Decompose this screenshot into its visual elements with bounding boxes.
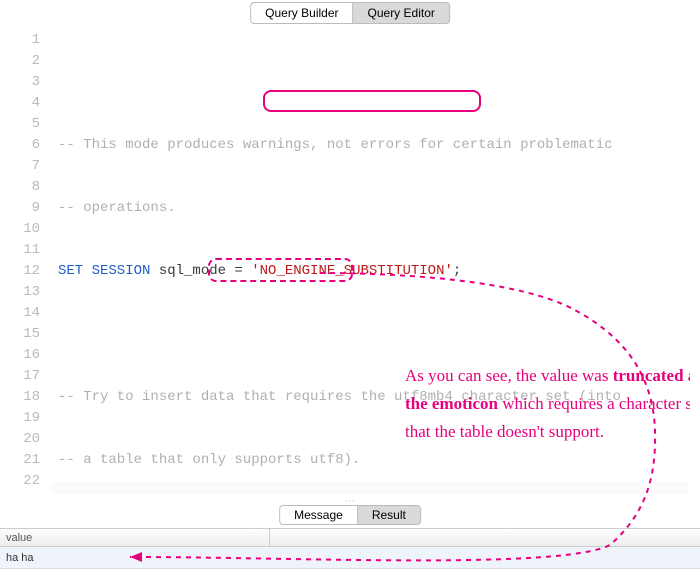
line-number: 15: [10, 324, 40, 345]
top-tab-bar: Query Builder Query Editor: [250, 2, 450, 24]
line-number: 9: [10, 198, 40, 219]
line-number: 14: [10, 303, 40, 324]
tab-query-builder[interactable]: Query Builder: [250, 2, 352, 24]
line-number: 4: [10, 93, 40, 114]
line-number: 2: [10, 51, 40, 72]
line-number: 20: [10, 429, 40, 450]
line-number-gutter: 12345678910111213141516171819202122: [10, 26, 50, 494]
code-editor[interactable]: 12345678910111213141516171819202122 -- T…: [10, 26, 690, 494]
line-number: 10: [10, 219, 40, 240]
line-number: 13: [10, 282, 40, 303]
line-number: 1: [10, 30, 40, 51]
result-cell-value[interactable]: ha ha: [0, 547, 270, 568]
result-column-header[interactable]: value: [0, 529, 270, 546]
line-number: 21: [10, 450, 40, 471]
horizontal-scrollbar[interactable]: [50, 482, 690, 494]
result-row[interactable]: ha ha: [0, 547, 700, 569]
line-number: 16: [10, 345, 40, 366]
line-number: 3: [10, 72, 40, 93]
tab-message[interactable]: Message: [279, 505, 357, 525]
line-number: 5: [10, 114, 40, 135]
line-number: 17: [10, 366, 40, 387]
line-number: 6: [10, 135, 40, 156]
tab-query-editor[interactable]: Query Editor: [353, 2, 450, 24]
line-number: 22: [10, 471, 40, 492]
highlight-sql-mode: [263, 90, 481, 112]
result-header-row: value: [0, 529, 700, 547]
tab-result[interactable]: Result: [357, 505, 421, 525]
result-tab-bar: Message Result: [279, 505, 421, 525]
line-number: 7: [10, 156, 40, 177]
line-number: 18: [10, 387, 40, 408]
line-number: 8: [10, 177, 40, 198]
result-table: value ha ha: [0, 528, 700, 586]
line-number: 19: [10, 408, 40, 429]
annotation-text: As you can see, the value was truncated …: [405, 362, 690, 446]
line-number: 11: [10, 240, 40, 261]
code-area[interactable]: -- This mode produces warnings, not erro…: [50, 26, 690, 494]
line-number: 12: [10, 261, 40, 282]
